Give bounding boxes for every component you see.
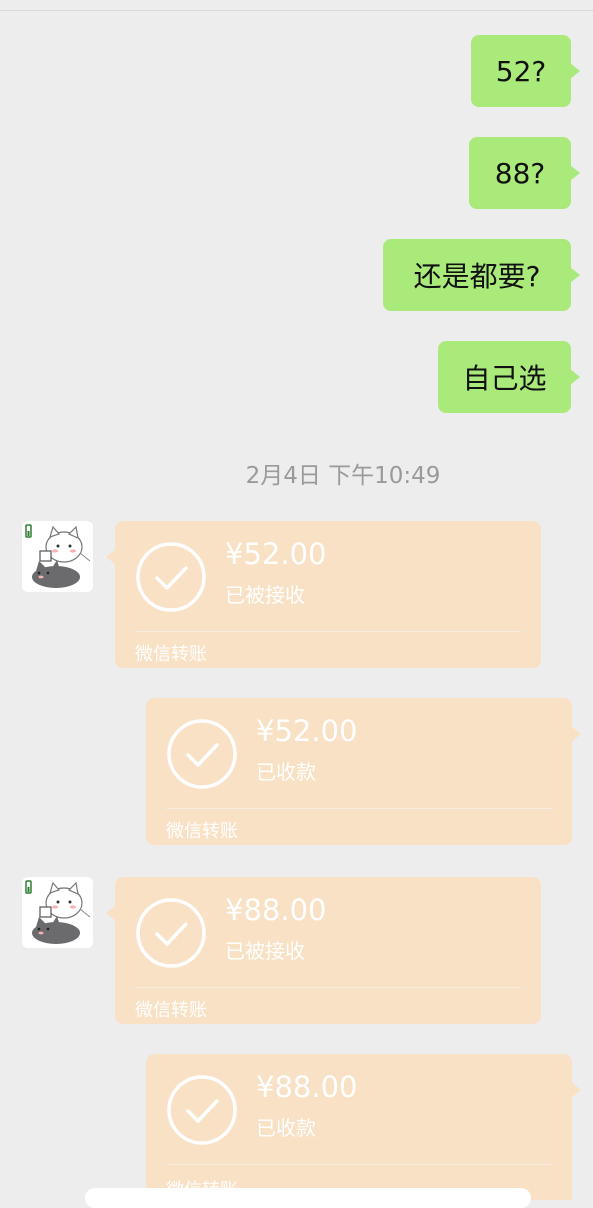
transfer-amount: ¥52.00 [225,537,327,571]
transfer-brand-label: 微信转账 [135,1000,207,1021]
transfer-status: 已被接收 [225,939,305,963]
transfer-divider [166,1164,552,1165]
transfer-amount: ¥88.00 [225,893,327,927]
check-circle-icon [136,542,206,612]
transfer-divider [135,987,521,988]
transfer-status: 已收款 [256,760,316,784]
chat-bubble-outgoing[interactable]: 还是都要? [383,239,580,311]
check-circle-icon [167,1075,237,1145]
transfer-card[interactable]: ¥52.00 已被接收 微信转账 [106,521,541,668]
transfer-status: 已被接收 [225,583,305,607]
input-bar-edge[interactable] [85,1188,531,1208]
check-circle-icon [136,898,206,968]
transfer-status: 已收款 [256,1116,316,1140]
contact-avatar[interactable] [22,877,93,948]
message-timestamp: 2月4日 下午10:49 [245,463,441,489]
transfer-card[interactable]: ¥88.00 已收款 微信转账 [146,1054,581,1201]
chat-bubble-outgoing[interactable]: 自己选 [438,341,580,413]
chat-bubble-outgoing[interactable]: 88? [469,137,580,209]
transfer-card[interactable]: ¥88.00 已被接收 微信转账 [106,877,541,1024]
header-divider [0,10,593,11]
transfer-brand-label: 微信转账 [135,644,207,665]
contact-avatar[interactable] [22,521,93,592]
transfer-card[interactable]: ¥52.00 已收款 微信转账 [146,698,581,845]
transfer-brand-label: 微信转账 [166,821,238,842]
transfer-amount: ¥88.00 [256,1070,358,1104]
chat-bubble-outgoing[interactable]: 52? [471,35,580,107]
transfer-amount: ¥52.00 [256,714,358,748]
transfer-divider [166,808,552,809]
check-circle-icon [167,719,237,789]
transfer-divider [135,631,521,632]
cat-sticker-avatar [25,524,91,588]
cat-sticker-avatar [25,880,91,944]
